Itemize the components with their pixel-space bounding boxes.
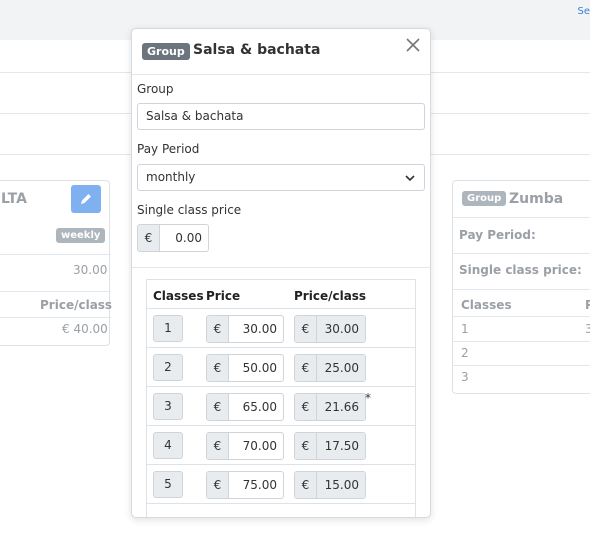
group-badge: Group [142,43,190,60]
pay-period-label: Pay Period: [459,228,536,242]
price-per-class-value: 15.00 [317,472,365,498]
pay-period-select[interactable]: monthly [137,164,425,191]
table-row: 5 € 75.00 € 15.00 [147,464,415,503]
currency-label: € [207,355,229,381]
group-card-left: LTA weekly 30.00 Price/class € 40.00 [0,180,110,346]
price-input[interactable]: € 50.00 [206,354,284,382]
price-value: 75.00 [229,472,283,498]
price-input[interactable]: € 30.00 [206,315,284,343]
group-card-zumba: Group Zumba Pay Period: Single class pri… [452,180,590,394]
divider [0,291,111,292]
currency-label: € [207,472,229,498]
price-per-class-value: 21.66 [317,394,365,420]
price-value: 30.00 [229,316,283,342]
col-price: P [585,298,590,312]
single-price-value: 30.00 [73,263,107,277]
edit-button[interactable] [71,185,101,213]
currency-label: € [207,394,229,420]
currency-label: € [295,472,317,498]
price-input[interactable]: € 65.00 [206,393,284,421]
col-price-per-class: Price/class [294,289,366,303]
classes-button[interactable]: 5 [153,471,183,498]
currency-label: € [295,355,317,381]
pay-period-label: Pay Period [137,142,199,156]
price-value: 50.00 [229,355,283,381]
currency-label: € [138,225,160,251]
classes-button[interactable]: 1 [153,315,183,342]
table-row-classes: 3 [461,370,469,384]
group-edit-modal: Group Salsa & bachata Group Salsa & bach… [131,28,431,518]
card-title: Zumba [509,191,563,207]
price-input[interactable]: € 70.00 [206,432,284,460]
modal-header: Group Salsa & bachata [132,29,430,75]
price-value: 65.00 [229,394,283,420]
period-badge: weekly [56,228,105,243]
single-price-value: 0.00 [160,225,208,251]
col-price: Price [206,289,240,303]
price-per-class-value: 25.00 [317,355,365,381]
single-price-label: Single class price: [459,263,582,277]
col-price-per-class: Price/class [40,298,112,312]
table-row-classes: 2 [461,346,469,360]
divider [453,316,590,317]
divider [453,289,590,290]
currency-label: € [295,394,317,420]
col-classes: Classes [153,289,204,303]
close-icon [406,38,420,52]
divider [453,217,590,218]
pencil-icon [79,192,93,206]
group-input[interactable]: Salsa & bachata [137,103,425,130]
chevron-down-icon [404,172,416,184]
price-table: Classes Price Price/class 1 € 30.00 € 30… [146,279,416,519]
modal-title: Salsa & bachata [193,42,320,58]
price-per-class-field: € 30.00 [294,315,366,343]
divider [453,365,590,366]
currency-label: € [207,316,229,342]
table-row: 3 € 65.00 € 21.66 * [147,386,415,425]
table-row: 1 € 30.00 € 30.00 [147,308,415,347]
price-input[interactable]: € 75.00 [206,471,284,499]
single-price-label: Single class price [137,203,241,217]
header-link[interactable]: Se [578,6,590,17]
price-per-class-field: € 21.66 [294,393,366,421]
classes-button[interactable]: 2 [153,354,183,381]
divider [0,317,111,318]
price-per-class-field: € 25.00 [294,354,366,382]
divider [453,253,590,254]
col-classes: Classes [461,298,512,312]
card-title: LTA [1,191,27,207]
classes-button[interactable]: 3 [153,393,183,420]
divider [132,267,430,268]
classes-button[interactable]: 4 [153,432,183,459]
table-row-price: 3 [585,322,590,336]
price-per-class-field: € 15.00 [294,471,366,499]
table-row-classes: 1 [461,322,469,336]
pay-period-value: monthly [146,170,195,184]
divider [453,341,590,342]
table-row: 4 € 70.00 € 17.50 [147,425,415,464]
table-row: 2 € 50.00 € 25.00 [147,347,415,386]
group-badge: Group [462,191,506,206]
divider [0,254,111,255]
currency-label: € [295,433,317,459]
table-row [147,503,415,542]
currency-label: € [207,433,229,459]
price-per-class-field: € 17.50 [294,432,366,460]
price-per-class-value: 30.00 [317,316,365,342]
single-price-input[interactable]: € 0.00 [137,224,209,252]
price-per-class-value: 17.50 [317,433,365,459]
price-value: 70.00 [229,433,283,459]
price-per-class-value: € 40.00 [62,322,108,336]
close-button[interactable] [406,35,420,57]
group-label: Group [137,82,174,96]
rounding-note: * [365,391,371,405]
currency-label: € [295,316,317,342]
